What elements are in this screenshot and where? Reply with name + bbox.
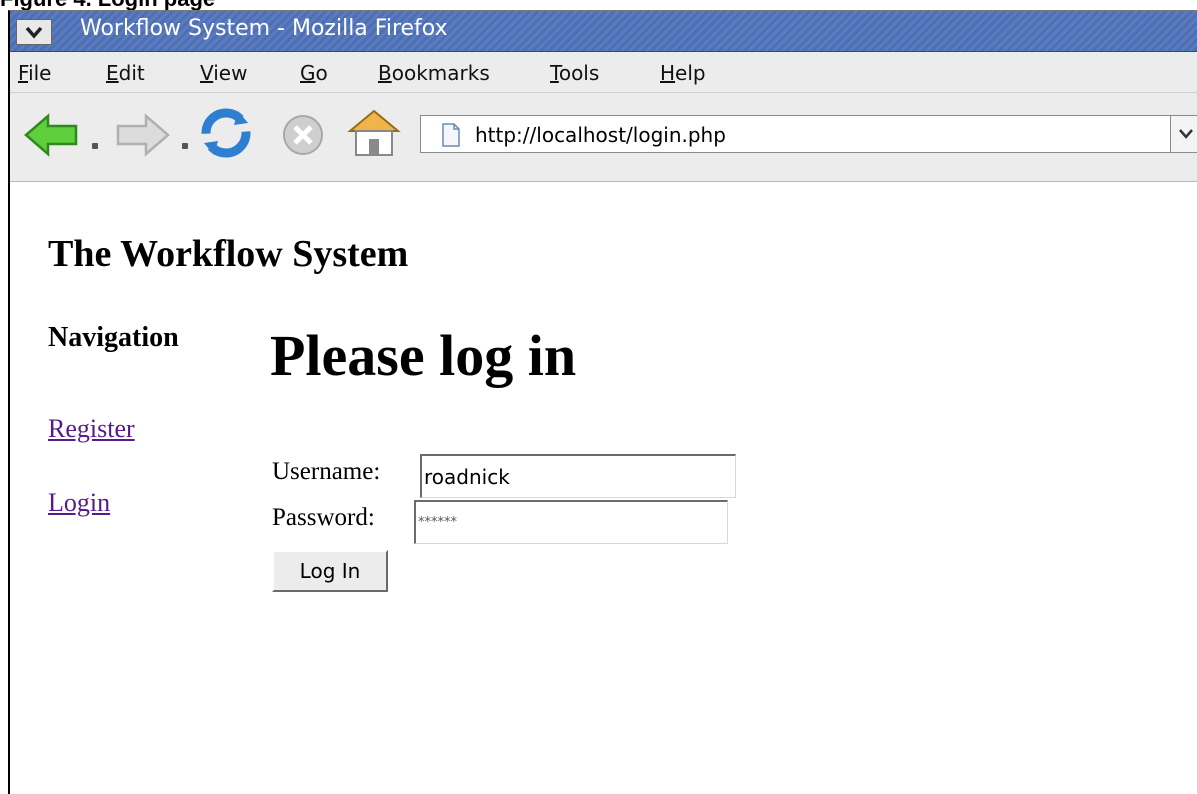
page-heading: Please log in: [270, 323, 577, 388]
browser-window: Workflow System - Mozilla Firefox File E…: [8, 10, 1197, 794]
login-button[interactable]: Log In: [272, 550, 388, 592]
window-title: Workflow System - Mozilla Firefox: [80, 16, 448, 41]
login-link[interactable]: Login: [48, 488, 110, 518]
page-content: The Workflow System Navigation Register …: [10, 182, 1197, 794]
menu-tools[interactable]: Tools: [550, 61, 599, 85]
site-title: The Workflow System: [48, 233, 409, 275]
reload-icon[interactable]: [200, 107, 252, 159]
chevron-down-icon: [25, 26, 43, 39]
menu-help[interactable]: Help: [660, 61, 706, 85]
back-icon[interactable]: [22, 112, 82, 158]
menu-view[interactable]: View: [200, 61, 247, 85]
username-input[interactable]: [420, 454, 736, 498]
window-menu-button[interactable]: [16, 19, 52, 45]
url-input[interactable]: [473, 120, 1117, 150]
password-input[interactable]: [414, 500, 728, 544]
register-link[interactable]: Register: [48, 414, 135, 444]
menu-bar: File Edit View Go Bookmarks Tools Help: [10, 52, 1197, 93]
url-dropdown-button[interactable]: [1170, 115, 1197, 153]
menu-edit[interactable]: Edit: [106, 61, 145, 85]
title-bar: Workflow System - Mozilla Firefox: [10, 11, 1197, 52]
navigation-heading: Navigation: [48, 322, 179, 353]
address-bar: [420, 115, 1197, 153]
menu-go[interactable]: Go: [300, 61, 328, 85]
chevron-down-icon: [1179, 129, 1193, 139]
username-label: Username:: [272, 458, 381, 485]
home-icon[interactable]: [346, 107, 402, 159]
menu-file[interactable]: File: [18, 61, 51, 85]
menu-bookmarks[interactable]: Bookmarks: [378, 61, 490, 85]
forward-history-dropdown[interactable]: [182, 143, 188, 149]
figure-caption: Figure 4. Login page: [0, 0, 215, 11]
forward-icon[interactable]: [114, 112, 172, 158]
navigation-toolbar: [10, 93, 1197, 182]
password-label: Password:: [272, 504, 375, 531]
stop-icon[interactable]: [280, 112, 326, 158]
back-history-dropdown[interactable]: [92, 143, 98, 149]
page-icon: [442, 123, 460, 147]
